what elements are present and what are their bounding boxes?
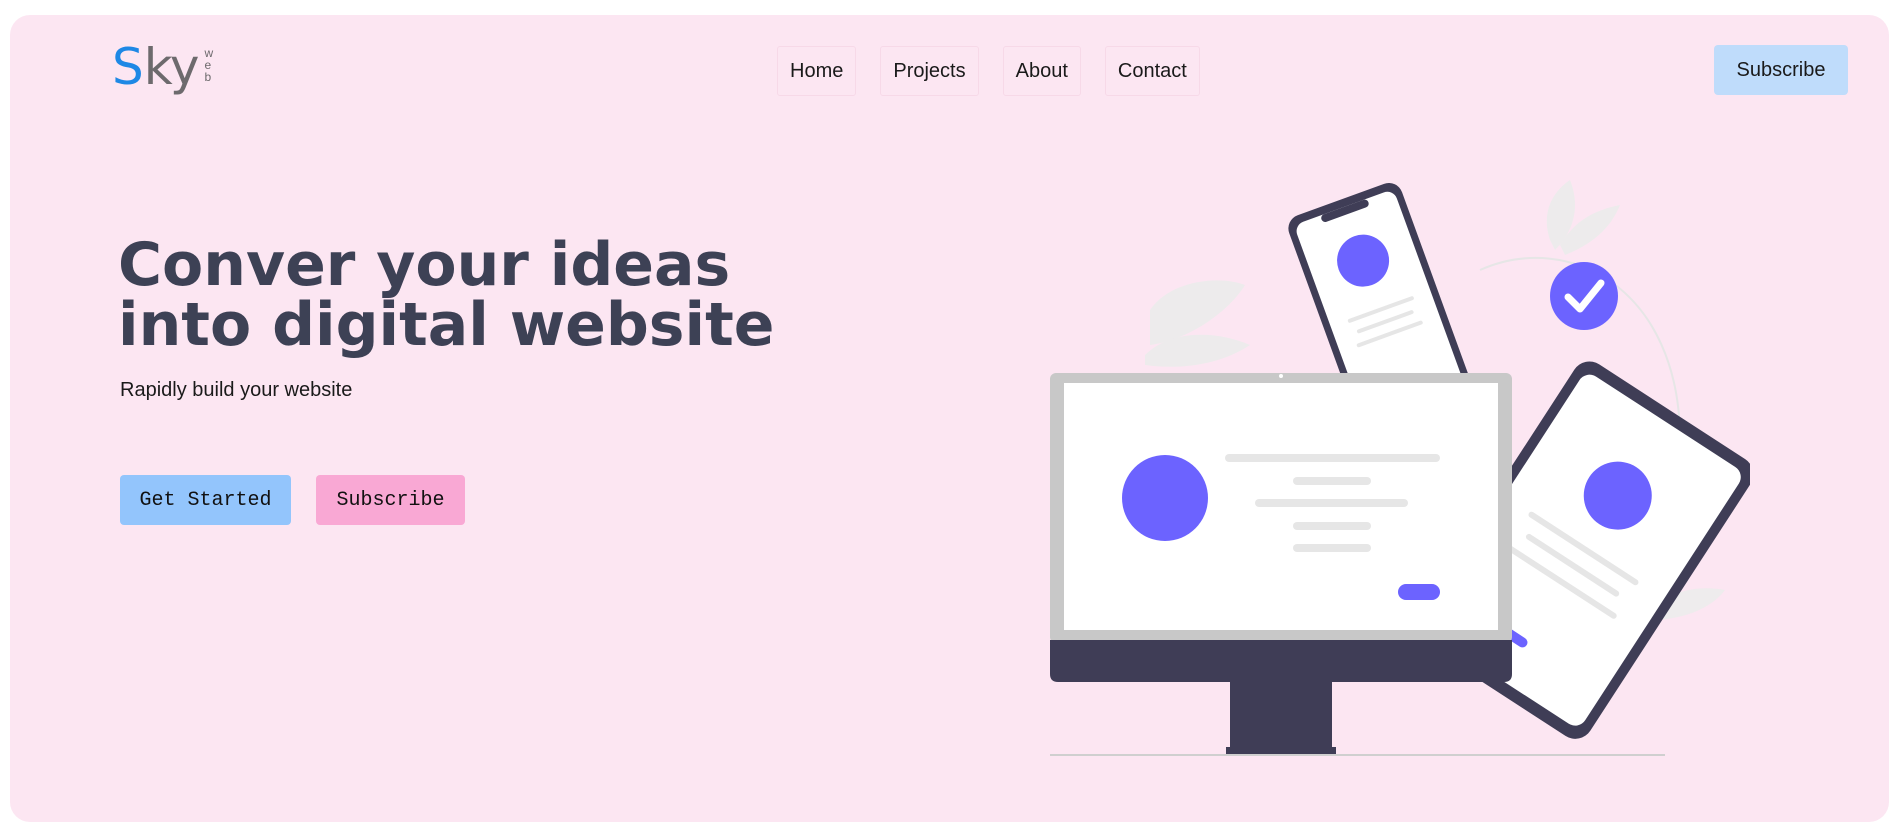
logo-web-b: b xyxy=(204,70,212,84)
hero-subscribe-button[interactable]: Subscribe xyxy=(316,475,465,525)
check-badge-icon xyxy=(1550,262,1618,330)
logo-letters-ky: ky xyxy=(143,38,200,96)
hero-title: Conver your ideas into digital website xyxy=(118,230,775,360)
nav-about-link[interactable]: About xyxy=(1002,46,1081,96)
logo-letter-s: S xyxy=(112,38,144,96)
page-container: S ky w e b Home Projects About Contact S… xyxy=(10,15,1889,822)
responsive-devices-illustration xyxy=(1050,180,1750,756)
nav-projects-link[interactable]: Projects xyxy=(880,46,979,96)
logo-web-stack: w e b xyxy=(205,47,214,83)
logo[interactable]: S ky w e b xyxy=(112,37,213,97)
leaf-decoration-left xyxy=(1145,280,1250,367)
nav-home-link[interactable]: Home xyxy=(777,46,857,96)
hero-subtitle: Rapidly build your website xyxy=(120,379,353,401)
get-started-button[interactable]: Get Started xyxy=(120,475,291,525)
nav-contact-link[interactable]: Contact xyxy=(1104,46,1200,96)
desktop-monitor xyxy=(1050,373,1512,755)
main-nav: Home Projects About Contact xyxy=(777,46,1200,96)
header-subscribe-button[interactable]: Subscribe xyxy=(1714,45,1848,95)
